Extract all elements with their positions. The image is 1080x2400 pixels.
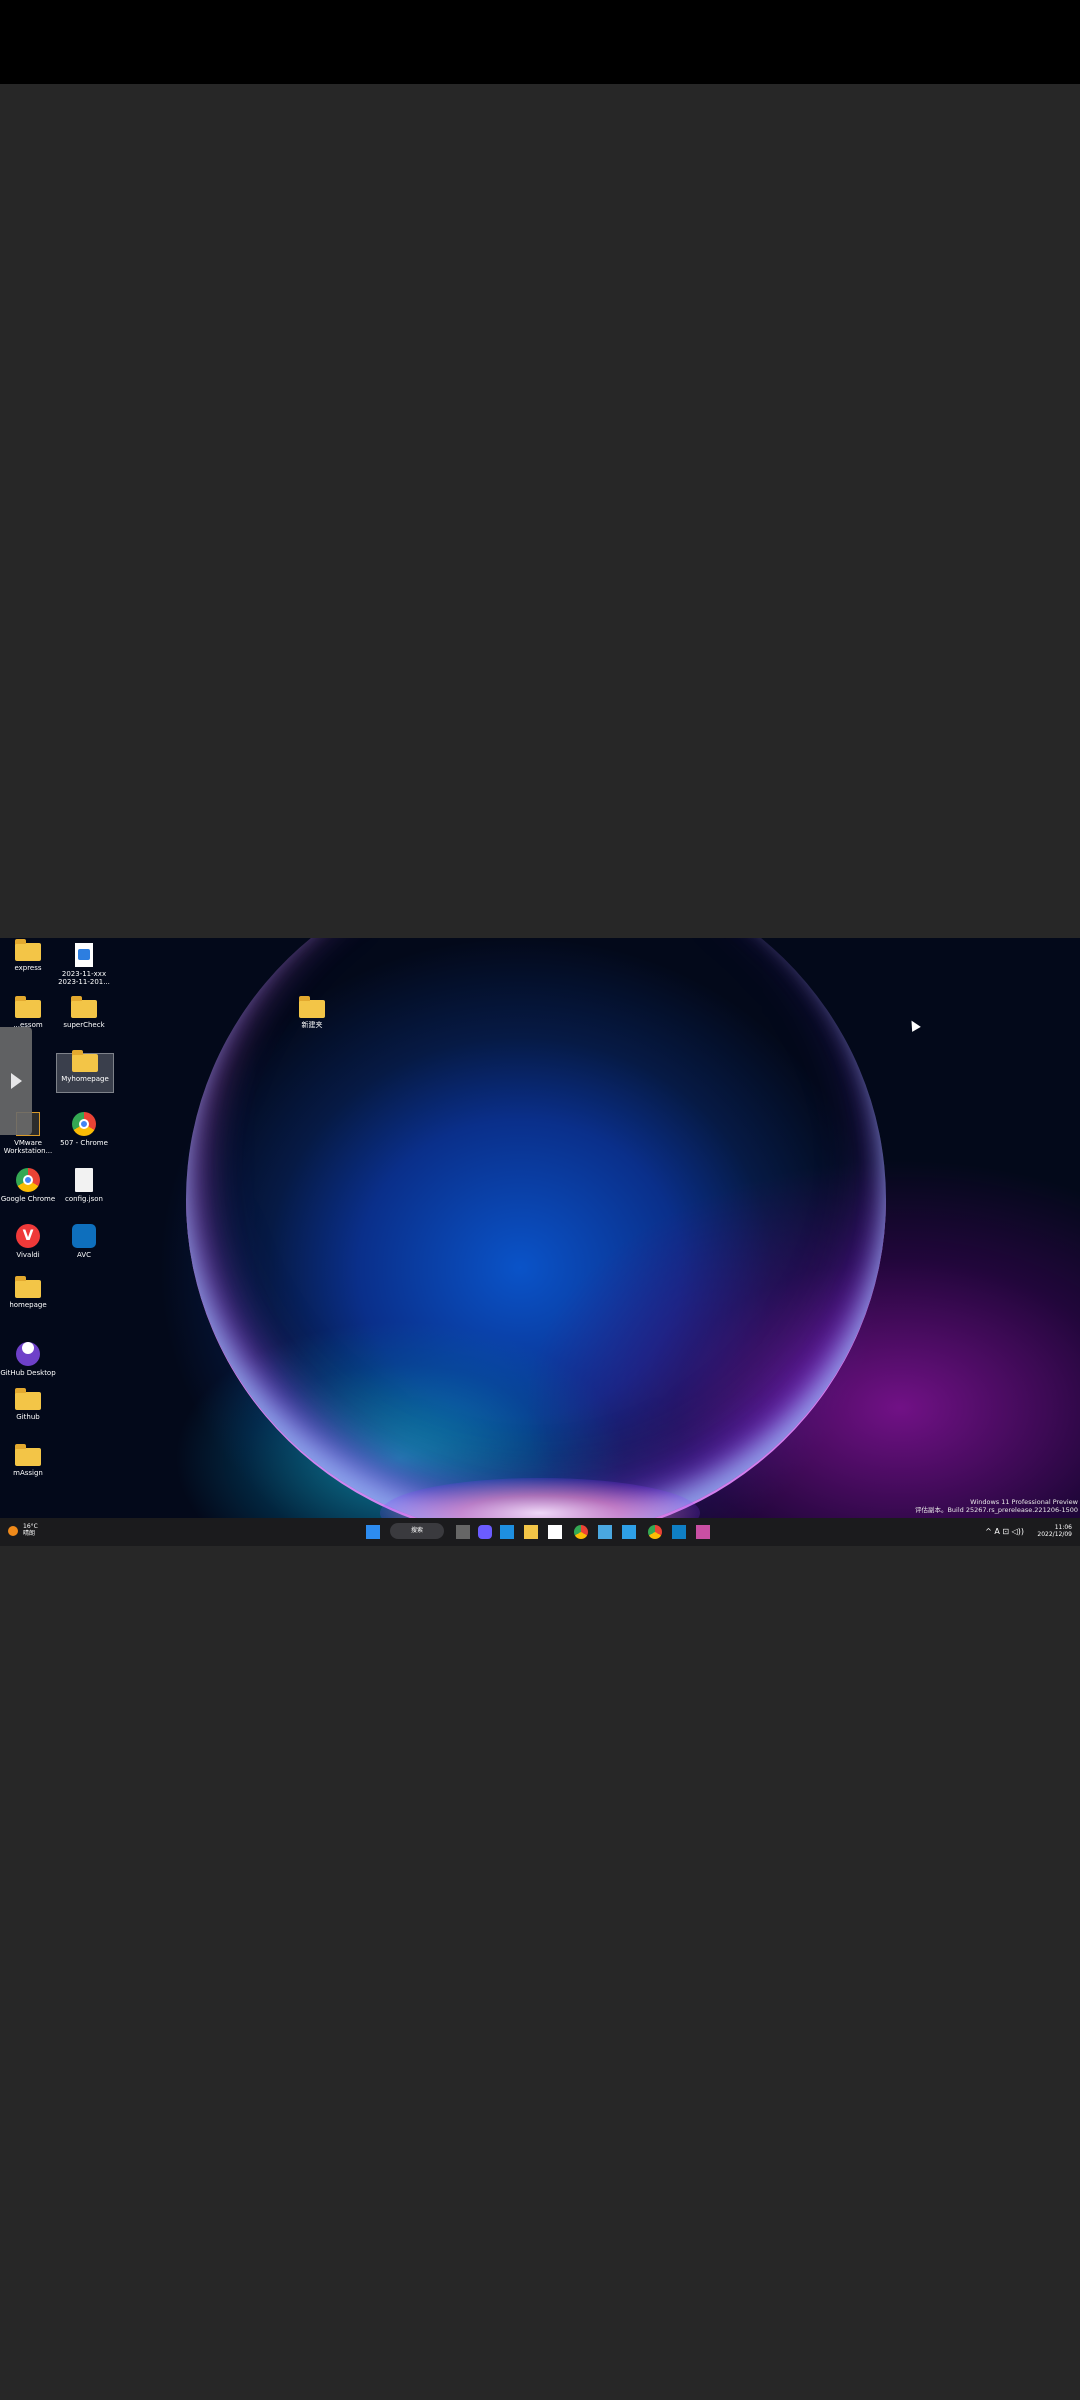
desktop-icon-express[interactable]: express: [0, 939, 56, 972]
search-label: 搜索: [410, 1527, 423, 1534]
icon-label: Github: [16, 1413, 40, 1421]
desktop-icon-github-folder[interactable]: Github: [0, 1388, 56, 1421]
folder-icon: [15, 1276, 41, 1298]
folder-icon: [299, 996, 325, 1018]
folder-icon: [15, 939, 41, 961]
icon-label: GitHub Desktop: [0, 1369, 56, 1377]
tray-icons: ^ A ⊡ ◁)): [985, 1527, 1024, 1536]
vivaldi-icon: V: [16, 1224, 40, 1248]
notepad-icon[interactable]: [622, 1525, 636, 1539]
icon-label: Myhomepage: [61, 1075, 109, 1083]
chrome-icon: [16, 1168, 40, 1192]
windows-watermark: Windows 11 Professional Preview 评估副本。Bui…: [915, 1498, 1078, 1514]
desktop-icon-image-file[interactable]: 2023-11-xxx 2023-11-201...: [56, 943, 112, 986]
weather-widget[interactable]: 16°C 晴朗: [23, 1523, 38, 1537]
chrome-taskbar-icon[interactable]: [574, 1525, 588, 1539]
clock[interactable]: 11:06 2022/12/09: [1037, 1524, 1072, 1538]
clock-date: 2022/12/09: [1037, 1531, 1072, 1538]
icon-label: Google Chrome: [0, 1195, 56, 1203]
chrome-taskbar-icon-2[interactable]: [648, 1525, 662, 1539]
chat-icon[interactable]: [478, 1525, 492, 1539]
icon-label: homepage: [9, 1301, 47, 1309]
desktop-icon-new-folder[interactable]: 新建夹: [284, 996, 340, 1029]
icon-label: mAssign: [13, 1469, 43, 1477]
clock-time: 11:06: [1054, 1524, 1072, 1531]
icon-label: 2023-11-xxx 2023-11-201...: [58, 970, 110, 986]
paint-icon[interactable]: [696, 1525, 710, 1539]
letterbox-bottom: [0, 1546, 1080, 2400]
folder-icon: [15, 1444, 41, 1466]
watermark-line-2: 评估副本。Build 25267.rs_prerelease.221206-15…: [914, 1506, 1078, 1514]
status-bar: [0, 0, 1080, 84]
vscode-icon[interactable]: [500, 1525, 514, 1539]
side-panel-handle[interactable]: [0, 1027, 32, 1135]
desktop-icon-myhomepage[interactable]: Myhomepage: [56, 1050, 114, 1093]
app-icon: [72, 1224, 96, 1248]
desktop-icon-supercheck[interactable]: superCheck: [56, 996, 112, 1029]
weather-desc: 晴朗: [23, 1530, 36, 1537]
desktop-icon-avc[interactable]: AVC: [56, 1224, 112, 1259]
desktop-screen: [0, 938, 1080, 1546]
desktop-icon-google-chrome[interactable]: Google Chrome: [0, 1168, 56, 1203]
folder-icon: [15, 996, 41, 1018]
desktop-icon-github-desktop[interactable]: GitHub Desktop: [0, 1336, 56, 1377]
store-icon[interactable]: [548, 1525, 562, 1539]
start-button[interactable]: [366, 1525, 380, 1539]
icon-label: superCheck: [63, 1021, 105, 1029]
desktop-icon-vivaldi[interactable]: V Vivaldi: [0, 1224, 56, 1259]
desktop-icon-massign[interactable]: mAssign: [0, 1444, 56, 1477]
folder-icon: [15, 1388, 41, 1410]
desktop-icon-homepage[interactable]: homepage: [0, 1276, 56, 1309]
icon-label: 新建夹: [301, 1021, 323, 1029]
chrome-icon: [72, 1112, 96, 1136]
folder-icon: [72, 1050, 98, 1072]
remote-desktop-icon[interactable]: [598, 1525, 612, 1539]
icon-label: express: [14, 964, 42, 972]
weather-icon[interactable]: [8, 1526, 18, 1536]
file-explorer-icon[interactable]: [524, 1525, 538, 1539]
icon-label: AVC: [76, 1251, 92, 1259]
terminal-icon[interactable]: [672, 1525, 686, 1539]
icon-label: Vivaldi: [16, 1251, 40, 1259]
desktop-icon-essom[interactable]: ...essom: [0, 996, 56, 1029]
icon-label: 507 - Chrome: [60, 1139, 108, 1147]
github-icon: [16, 1342, 40, 1366]
desktop-icon-config[interactable]: config.json: [56, 1168, 112, 1203]
document-icon: [75, 1168, 93, 1192]
icon-label: config.json: [65, 1195, 103, 1203]
desktop-icon-chrome-profile[interactable]: 507 - Chrome: [56, 1112, 112, 1147]
search-button[interactable]: 搜索: [390, 1523, 444, 1539]
task-view-icon[interactable]: [456, 1525, 470, 1539]
taskbar: 16°C 晴朗 搜索 ^ A ⊡ ◁)) 11:06 2022/12/09: [0, 1518, 1080, 1546]
icon-label: VMware Workstation...: [3, 1139, 53, 1155]
letterbox-top: [0, 84, 1080, 938]
system-tray[interactable]: ^ A ⊡ ◁)): [985, 1527, 1024, 1536]
watermark-line-1: Windows 11 Professional Preview: [970, 1498, 1078, 1506]
weather-temp: 16°C: [23, 1523, 38, 1530]
image-file-icon: [75, 943, 93, 967]
folder-icon: [71, 996, 97, 1018]
